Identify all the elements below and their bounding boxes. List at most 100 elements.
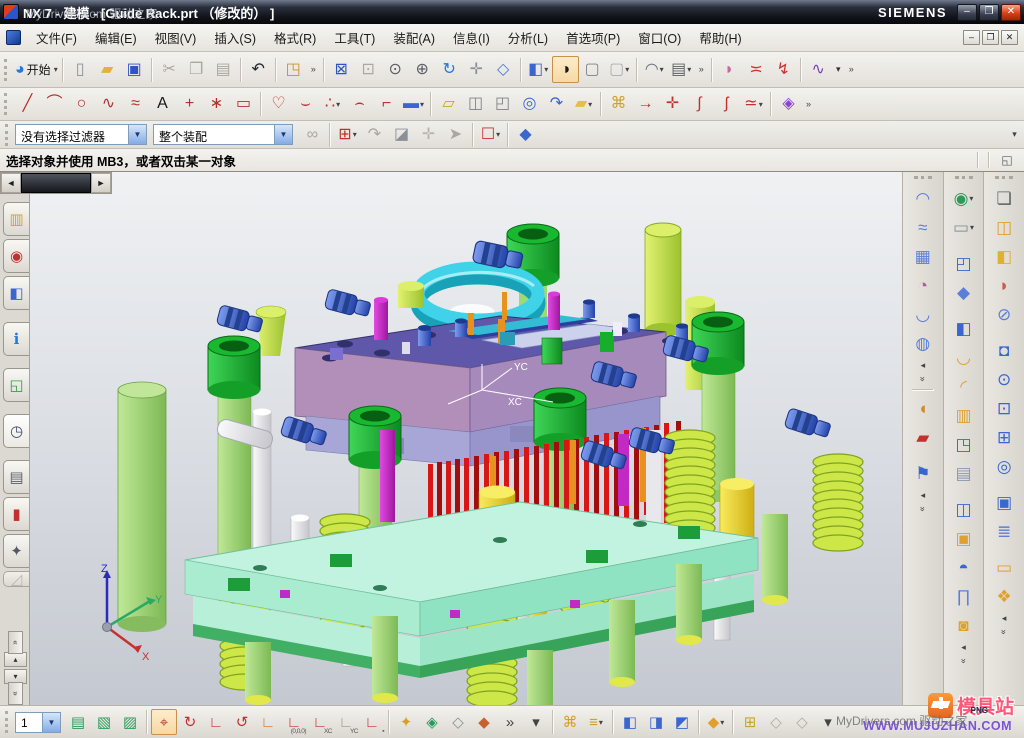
select-diamond-icon[interactable]: ◇: [445, 709, 471, 735]
wcs-absolute-icon[interactable]: ∟(0,0,0): [281, 709, 307, 735]
snap-midpoint-icon[interactable]: ✛: [415, 121, 442, 148]
menu-file[interactable]: 文件(F): [27, 24, 86, 51]
slot-icon[interactable]: ▭: [989, 553, 1019, 582]
overflow-more-icon[interactable]: »: [695, 59, 708, 81]
eraser-icon[interactable]: ◪: [388, 121, 415, 148]
freeform-surface-icon[interactable]: ◗: [716, 56, 743, 83]
point-icon[interactable]: +: [176, 91, 203, 118]
pattern-feature-icon[interactable]: ▤: [949, 459, 979, 488]
rect-select-icon[interactable]: ☐: [477, 121, 504, 148]
overflow-more-icon[interactable]: »: [802, 93, 815, 115]
customize-icon[interactable]: ✦: [393, 709, 419, 735]
mdi-close-button[interactable]: ✕: [1001, 30, 1018, 45]
pad-icon[interactable]: ⊞: [989, 423, 1019, 452]
restore-button[interactable]: ❐: [979, 4, 999, 21]
layer-category-icon[interactable]: ▨: [117, 709, 143, 735]
history-tab[interactable]: ◷: [3, 414, 29, 448]
zoom-box-icon[interactable]: ⊡: [355, 56, 382, 83]
fit-view-icon[interactable]: ⊠: [328, 56, 355, 83]
menu-insert[interactable]: 插入(S): [205, 24, 265, 51]
datum-plane-icon[interactable]: ▭: [949, 213, 979, 242]
sketch-icon[interactable]: ◉: [949, 184, 979, 213]
scrollbar-thumb[interactable]: [21, 173, 91, 193]
measure-icon[interactable]: ≡: [583, 709, 609, 735]
menu-assemblies[interactable]: 装配(A): [384, 24, 444, 51]
trim-body-icon[interactable]: ◗: [989, 271, 1019, 300]
dropdown-caret-icon[interactable]: [128, 125, 146, 144]
system-materials-tab[interactable]: ✦: [3, 534, 29, 568]
peak-curve-icon[interactable]: ≃: [740, 91, 767, 118]
close-button[interactable]: ✕: [1001, 4, 1021, 21]
bend-icon[interactable]: ◡: [949, 343, 979, 372]
scroll-right-icon[interactable]: ►: [91, 173, 111, 193]
palette-tab[interactable]: ▮: [3, 497, 29, 531]
clip-section-icon[interactable]: ◠: [641, 56, 668, 83]
window-style-icon[interactable]: ▤: [668, 56, 695, 83]
wrap-geometry-icon[interactable]: ▣: [949, 524, 979, 553]
n-sided-surface-icon[interactable]: ◍: [908, 329, 938, 358]
menu-help[interactable]: 帮助(H): [690, 24, 750, 51]
arc-icon[interactable]: ⌒: [41, 91, 68, 118]
wcs-orient-icon[interactable]: ∟: [203, 709, 229, 735]
shaded-select-icon[interactable]: ◆: [512, 121, 539, 148]
wcs-save-icon[interactable]: ∟▪: [359, 709, 385, 735]
overflow-more-icon[interactable]: »: [845, 59, 858, 81]
overflow-down-icon[interactable]: »: [916, 499, 930, 519]
start-button[interactable]: ◕开始: [14, 56, 59, 83]
orient-xy-plane-icon[interactable]: ◧: [617, 709, 643, 735]
orient-yz-plane-icon[interactable]: ◨: [643, 709, 669, 735]
text-icon[interactable]: A: [149, 91, 176, 118]
copy-icon[interactable]: ❐: [183, 56, 210, 83]
trim-corner-icon[interactable]: ⌐: [373, 91, 400, 118]
dart-icon[interactable]: ≣: [989, 517, 1019, 546]
macro-tools-icon[interactable]: ⌘: [557, 709, 583, 735]
snap-point-icon[interactable]: ⊞: [334, 121, 361, 148]
menu-view[interactable]: 视图(V): [146, 24, 206, 51]
overflow-down-icon[interactable]: »: [957, 651, 971, 671]
dropdown-caret-icon[interactable]: ▾: [523, 709, 549, 735]
internet-explorer-tab[interactable]: ℹ: [3, 322, 29, 356]
scroll-up-icon[interactable]: ▴: [4, 652, 27, 667]
redo-icon[interactable]: ↷: [361, 121, 388, 148]
menu-analysis[interactable]: 分析(L): [499, 24, 557, 51]
divide-curve-icon[interactable]: ▬: [400, 91, 427, 118]
work-layer-dropdown[interactable]: 1: [15, 712, 61, 733]
wcs-cycle-icon[interactable]: ↺: [229, 709, 255, 735]
wcs-yc-icon[interactable]: ∟YC: [333, 709, 359, 735]
rotate-view-icon[interactable]: ↻: [436, 56, 463, 83]
perspective-icon[interactable]: ◇: [490, 56, 517, 83]
assembly-sequence-icon[interactable]: ⊞: [737, 709, 763, 735]
line-icon[interactable]: ╱: [14, 91, 41, 118]
tag-note-icon[interactable]: ◳: [280, 56, 307, 83]
wireframe-view-icon[interactable]: ▢: [579, 56, 606, 83]
sew-icon[interactable]: ❖: [989, 582, 1019, 611]
paste-icon[interactable]: ▤: [210, 56, 237, 83]
overflow-more-icon[interactable]: »: [497, 709, 523, 735]
split-body-icon[interactable]: ◧: [989, 242, 1019, 271]
wcs-display-icon[interactable]: ∟: [255, 709, 281, 735]
menu-edit[interactable]: 编辑(E): [86, 24, 146, 51]
extrude-icon[interactable]: ◰: [949, 249, 979, 278]
sweep-guide-icon[interactable]: ◖: [908, 394, 938, 423]
datum-csys-icon[interactable]: ◰: [489, 91, 516, 118]
axis-cross-icon[interactable]: ✛: [659, 91, 686, 118]
dropdown-caret-icon[interactable]: ▾: [815, 709, 841, 735]
circle-icon[interactable]: ○: [68, 91, 95, 118]
spline-icon[interactable]: ∿: [805, 56, 832, 83]
bridge-surface-icon[interactable]: ◡: [908, 300, 938, 329]
wcs-xc-icon[interactable]: ∟XC: [307, 709, 333, 735]
join-icon[interactable]: ◫: [949, 495, 979, 524]
scroll-top-icon[interactable]: «: [8, 631, 23, 654]
cylinder-icon[interactable]: ◎: [516, 91, 543, 118]
orient-new-plane-icon[interactable]: ◩: [669, 709, 695, 735]
rebend-icon[interactable]: ◜: [949, 372, 979, 401]
part-navigator-tab[interactable]: ◧: [3, 276, 29, 310]
dropdown-caret-icon[interactable]: ▾: [832, 59, 845, 81]
menu-window[interactable]: 窗口(O): [629, 24, 690, 51]
selection-scope-dropdown[interactable]: 整个装配: [153, 124, 293, 145]
point-set-icon[interactable]: ∗: [203, 91, 230, 118]
through-curves-icon[interactable]: ≈: [908, 213, 938, 242]
dropdown-caret-icon[interactable]: [42, 713, 60, 732]
edit-face-icon[interactable]: ❏: [989, 184, 1019, 213]
cavity-icon[interactable]: ▣: [989, 488, 1019, 517]
